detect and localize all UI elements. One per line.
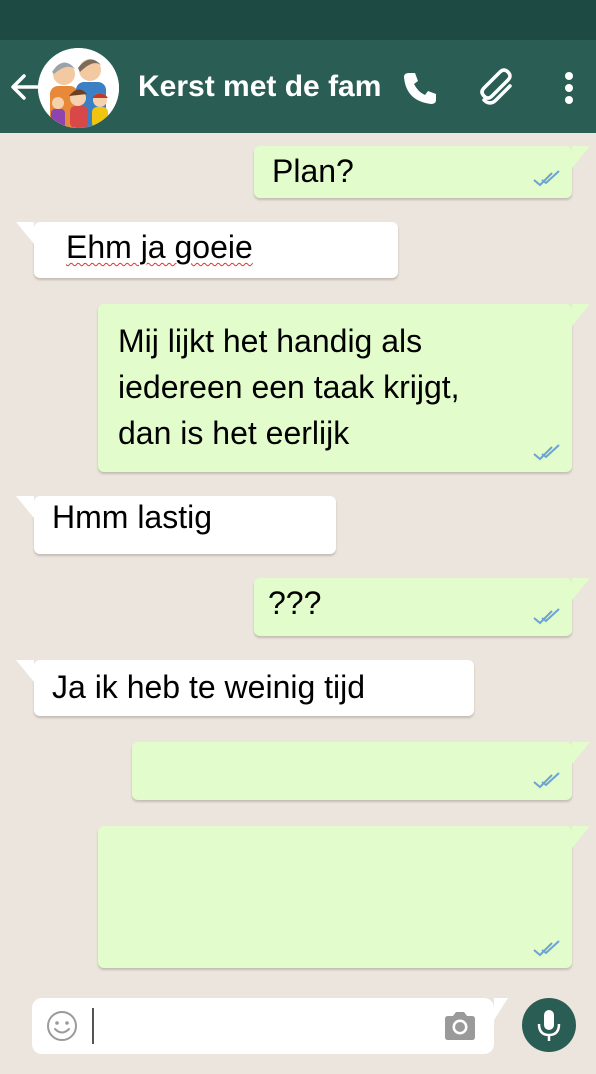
message-bubble-outgoing[interactable] bbox=[98, 826, 590, 968]
microphone-button[interactable] bbox=[522, 998, 576, 1052]
sent-tick-icon bbox=[533, 170, 560, 187]
phone-icon[interactable] bbox=[400, 68, 440, 108]
message-text: ??? bbox=[268, 585, 322, 621]
more-vert-icon[interactable] bbox=[560, 68, 578, 108]
message-bubble-outgoing[interactable]: Plan? bbox=[254, 146, 590, 198]
microphone-icon bbox=[537, 1010, 561, 1041]
message-text: Ehm ja goeie bbox=[66, 224, 253, 270]
message-text-line: dan is het eerlijk bbox=[118, 415, 350, 451]
bubble-tail bbox=[16, 496, 34, 518]
bubble-tail bbox=[572, 146, 590, 168]
text-cursor bbox=[92, 1008, 94, 1044]
bubble-tail bbox=[572, 578, 590, 600]
chat-title[interactable]: Kerst met de fam bbox=[138, 70, 381, 104]
sent-tick-icon bbox=[533, 444, 560, 461]
emoji-icon[interactable] bbox=[46, 1010, 78, 1042]
message-bubble-outgoing[interactable]: Mij lijkt het handig als iedereen een ta… bbox=[98, 304, 590, 472]
back-arrow-icon[interactable] bbox=[8, 69, 40, 105]
bubble-tail bbox=[572, 304, 590, 326]
message-input[interactable] bbox=[98, 1006, 442, 1048]
sent-tick-icon bbox=[533, 608, 560, 625]
group-avatar[interactable] bbox=[38, 48, 119, 128]
chat-header: Kerst met de fam bbox=[0, 40, 596, 133]
composer-tail bbox=[494, 998, 508, 1020]
bubble-tail bbox=[16, 660, 34, 682]
message-bubble-incoming[interactable]: Hmm lastig bbox=[16, 496, 336, 554]
sent-tick-icon bbox=[533, 940, 560, 957]
message-composer bbox=[32, 998, 508, 1054]
bubble-tail bbox=[16, 222, 34, 244]
message-bubble-incoming[interactable]: Ja ik heb te weinig tijd bbox=[16, 660, 474, 716]
paperclip-icon[interactable] bbox=[476, 66, 520, 110]
message-text: Plan? bbox=[272, 153, 354, 189]
message-text: Ja ik heb te weinig tijd bbox=[52, 669, 366, 705]
message-bubble-outgoing[interactable]: ??? bbox=[254, 578, 590, 636]
sent-tick-icon bbox=[533, 772, 560, 789]
message-text-line: Mij lijkt het handig als bbox=[118, 323, 423, 359]
status-bar bbox=[0, 0, 596, 40]
bubble-tail bbox=[572, 826, 590, 848]
camera-icon[interactable] bbox=[442, 1010, 478, 1042]
message-bubble-incoming[interactable]: Ehm ja goeie bbox=[16, 222, 398, 278]
message-text-line: iedereen een taak krijgt, bbox=[118, 369, 460, 405]
message-text: Hmm lastig bbox=[52, 499, 213, 535]
message-text-part: Ehm ja goeie bbox=[66, 229, 253, 265]
message-bubble-outgoing[interactable] bbox=[132, 742, 590, 800]
bubble-tail bbox=[572, 742, 590, 764]
